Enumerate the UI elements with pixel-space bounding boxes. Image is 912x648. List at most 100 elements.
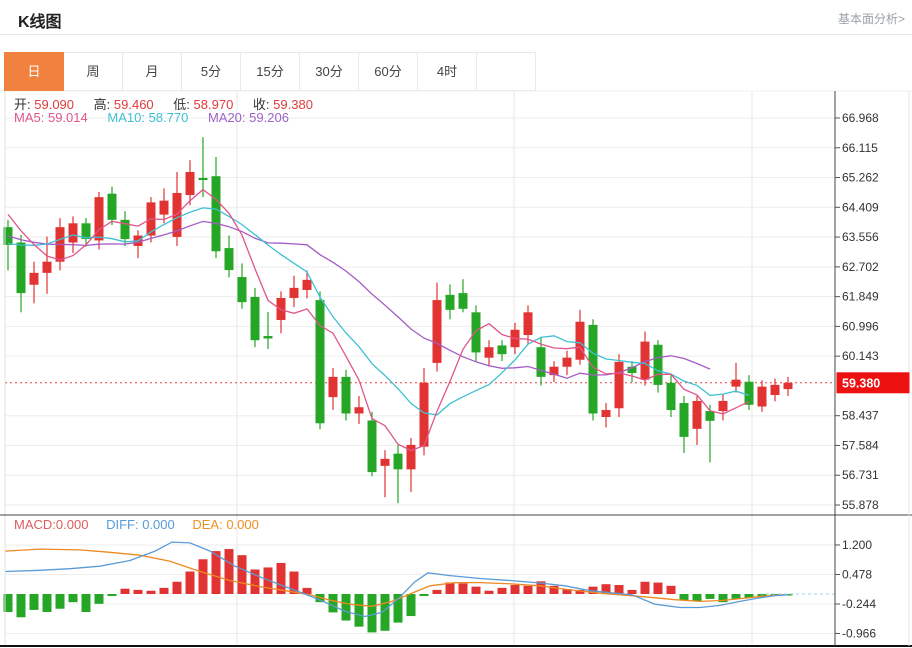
macd-bar [628, 590, 637, 594]
ma10-line [8, 208, 749, 415]
candle-body [212, 176, 221, 251]
dea-label: DEA: [192, 517, 222, 532]
candle-body [69, 223, 78, 242]
candle-body [537, 347, 546, 377]
tab-day[interactable]: 日 [4, 52, 64, 91]
kline-panel: K线图 基本面分析> 日周月5分15分30分60分4时 66.96866.115… [0, 0, 912, 648]
ma5-label: MA5: [14, 110, 44, 125]
price-axis-label: 62.702 [842, 260, 879, 274]
candle-body [43, 262, 52, 273]
candle-body [719, 401, 728, 411]
candle-body [654, 345, 663, 385]
macd-bar [95, 594, 104, 604]
diff-value: 0.000 [142, 517, 175, 532]
ma20-value: 59.206 [249, 110, 289, 125]
diff-label: DIFF: [106, 517, 139, 532]
candle-body [225, 248, 234, 270]
candle-body [160, 201, 169, 215]
macd-bar [407, 594, 416, 616]
ma5-value: 59.014 [48, 110, 88, 125]
macd-bar [186, 572, 195, 594]
candle-body [771, 385, 780, 395]
candle-body [472, 312, 481, 352]
candle-body [706, 411, 715, 421]
macd-bar [680, 594, 689, 600]
candle-body [186, 172, 195, 195]
current-price-badge-text: 59.380 [842, 376, 880, 390]
candle-body [745, 382, 754, 405]
macd-bar [238, 555, 247, 594]
candle-body [433, 300, 442, 363]
price-axis-label: 58.437 [842, 409, 879, 423]
macd-bar [485, 591, 494, 594]
candle-body [758, 387, 767, 407]
price-axis-label: 63.556 [842, 230, 879, 244]
candle-body [524, 312, 533, 335]
candle-body [355, 407, 364, 413]
macd-axis-label: 1.200 [842, 538, 872, 552]
macd-bar [147, 591, 156, 594]
macd-bar [472, 587, 481, 594]
macd-bar [355, 594, 364, 627]
price-axis-label: 61.849 [842, 290, 879, 304]
price-axis-label: 64.409 [842, 200, 879, 214]
candle-body [277, 298, 286, 320]
candle-body [342, 377, 351, 414]
macd-bar [498, 588, 507, 594]
candle-body [784, 383, 793, 389]
macd-bar [693, 594, 702, 601]
macd-bar [667, 586, 676, 594]
macd-axis-label: -0.244 [842, 597, 876, 611]
macd-axis-label: -0.966 [842, 626, 876, 640]
macd-bar [82, 594, 91, 612]
macd-bar [30, 594, 39, 610]
macd-row: MACD:0.000 DIFF: 0.000 DEA: 0.000 [14, 517, 259, 532]
macd-bar [199, 559, 208, 594]
price-axis-label: 57.584 [842, 438, 879, 452]
candle-body [394, 454, 403, 470]
macd-bar [329, 594, 338, 612]
price-axis-label: 56.731 [842, 468, 879, 482]
ma-row: MA5: 59.014 MA10: 58.770 MA20: 59.206 [14, 110, 305, 125]
candle-body [329, 377, 338, 397]
candle-body [498, 345, 507, 354]
macd-bar [524, 586, 533, 594]
macd-bar [706, 594, 715, 599]
macd-bar [342, 594, 351, 621]
ma10-label: MA10: [107, 110, 145, 125]
macd-bar [121, 589, 130, 594]
ma10-value: 58.770 [149, 110, 189, 125]
price-axis-label: 60.996 [842, 319, 879, 333]
macd-axis-label: 0.478 [842, 567, 872, 581]
candle-body [693, 401, 702, 429]
candle-body [446, 295, 455, 310]
candle-body [602, 410, 611, 417]
price-axis-label: 60.143 [842, 349, 879, 363]
macd-bar [17, 594, 26, 617]
candle-body [290, 288, 299, 298]
candle-body [615, 362, 624, 408]
macd-bar [43, 594, 52, 612]
candle-body [732, 380, 741, 387]
macd-bar [459, 583, 468, 594]
candle-body [316, 300, 325, 423]
candle-body [485, 347, 494, 357]
macd-bar [654, 583, 663, 594]
ma20-line [8, 221, 710, 378]
candle-body [667, 383, 676, 410]
candle-body [576, 322, 585, 360]
price-axis-label: 66.968 [842, 111, 879, 125]
macd-bar [173, 582, 182, 594]
candle-body [251, 297, 260, 340]
candle-body [303, 280, 312, 290]
macd-bar [433, 590, 442, 594]
price-axis-label: 55.878 [842, 498, 879, 512]
dea-value: 0.000 [226, 517, 259, 532]
macd-bar [134, 590, 143, 594]
ma5-line [8, 190, 749, 451]
price-axis-label: 66.115 [842, 141, 878, 155]
price-axis-label: 65.262 [842, 171, 879, 185]
candle-body [17, 243, 26, 294]
macd-bar [108, 594, 117, 596]
macd-bar [225, 549, 234, 594]
